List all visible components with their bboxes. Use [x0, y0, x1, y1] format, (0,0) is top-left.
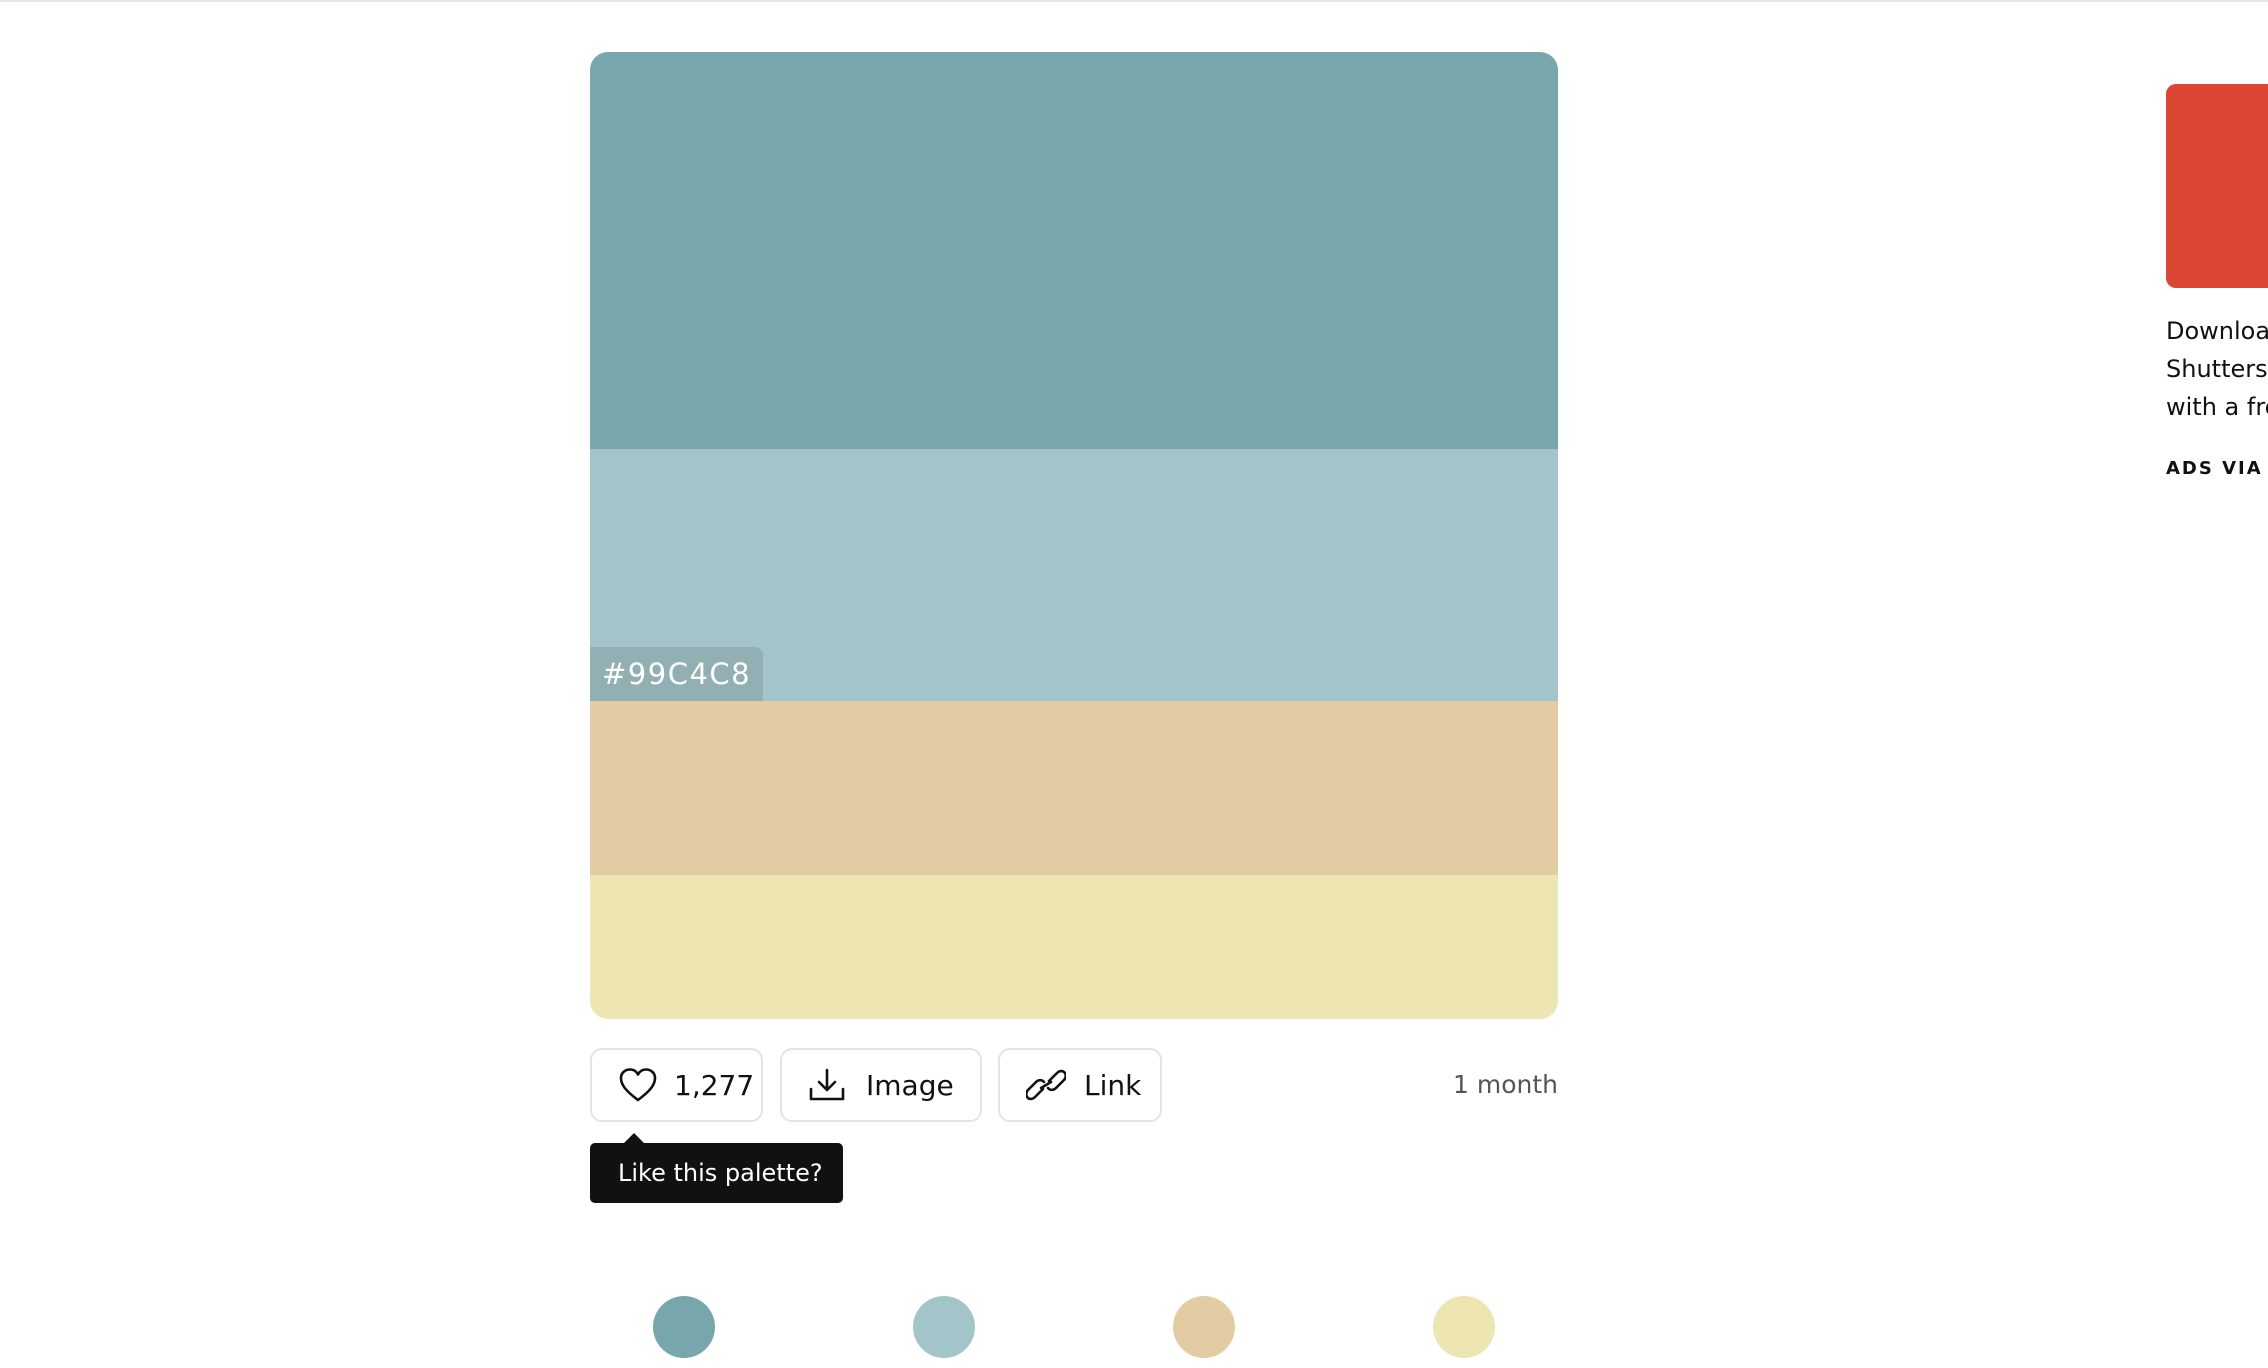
ad-text[interactable]: Downloa Shutterst with a fre — [2166, 312, 2268, 426]
color-dots — [590, 1296, 1558, 1358]
palette-actions: 1,277 Image Link 1 month — [590, 1048, 1558, 1122]
download-image-button[interactable]: Image — [780, 1048, 982, 1122]
like-count: 1,277 — [674, 1068, 755, 1102]
swatch-2[interactable]: #99C4C8 — [590, 449, 1558, 701]
color-dot-4[interactable] — [1433, 1296, 1495, 1358]
palette-age: 1 month — [1453, 1070, 1558, 1099]
swatch-4[interactable] — [590, 875, 1558, 1019]
like-tooltip: Like this palette? — [590, 1133, 843, 1203]
heart-icon — [619, 1068, 657, 1102]
palette-card[interactable]: #99C4C8 — [590, 52, 1558, 1019]
swatch-3[interactable] — [590, 701, 1558, 875]
color-dot-1[interactable] — [653, 1296, 715, 1358]
ad-line-2: Shutterst — [2166, 355, 2268, 383]
swatch-1[interactable] — [590, 52, 1558, 449]
hex-code-label[interactable]: #99C4C8 — [590, 647, 764, 701]
top-divider — [0, 0, 2268, 2]
color-dot-3[interactable] — [1173, 1296, 1235, 1358]
image-label: Image — [866, 1068, 954, 1102]
link-icon — [1026, 1069, 1066, 1101]
like-button[interactable]: 1,277 — [590, 1048, 763, 1122]
copy-link-button[interactable]: Link — [998, 1048, 1162, 1122]
ad-line-3: with a fre — [2166, 393, 2268, 421]
link-label: Link — [1084, 1068, 1142, 1102]
ads-via-label[interactable]: ADS VIA — [2166, 458, 2268, 479]
ad-image[interactable] — [2166, 84, 2268, 288]
download-icon — [809, 1068, 845, 1101]
color-dot-2[interactable] — [913, 1296, 975, 1358]
ad-line-1: Downloa — [2166, 317, 2268, 345]
